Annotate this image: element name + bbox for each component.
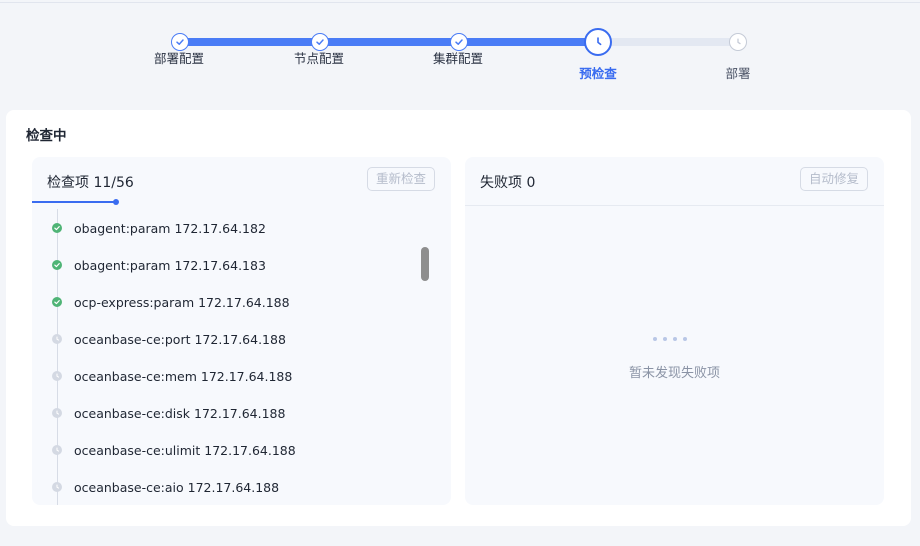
pending-clock-icon bbox=[52, 482, 62, 492]
check-item: oceanbase-ce:disk 172.17.64.188 bbox=[52, 404, 285, 422]
step-3-check-icon bbox=[450, 33, 468, 51]
check-item: obagent:param 172.17.64.183 bbox=[52, 256, 266, 274]
check-items-panel: 检查项 11/56 重新检查 obagent:param 172.17.64.1… bbox=[32, 157, 451, 505]
check-item-label: oceanbase-ce:ulimit 172.17.64.188 bbox=[74, 442, 296, 458]
stepper-track-complete bbox=[180, 38, 598, 46]
success-check-icon bbox=[52, 260, 62, 270]
auto-fix-button[interactable]: 自动修复 bbox=[799, 167, 868, 191]
step-4-clock-icon bbox=[584, 28, 612, 56]
stepper-track-remaining bbox=[598, 38, 738, 46]
step-3-label: 集群配置 bbox=[432, 51, 483, 66]
success-check-icon bbox=[52, 297, 62, 307]
progress-ink-dot bbox=[113, 199, 119, 205]
check-item-label: oceanbase-ce:aio 172.17.64.188 bbox=[74, 479, 280, 495]
progress-stepper: 部署配置 节点配置 集群配置 预检查 部署 bbox=[0, 0, 920, 100]
empty-state-text: 暂未发现失败项 bbox=[628, 366, 720, 381]
failed-items-panel: 失败项 0 自动修复 暂未发现失败项 bbox=[465, 157, 884, 505]
step-1-check-icon bbox=[171, 33, 189, 51]
check-item: oceanbase-ce:aio 172.17.64.188 bbox=[52, 478, 279, 496]
step-1-label: 部署配置 bbox=[153, 51, 204, 66]
pending-clock-icon bbox=[52, 371, 62, 381]
step-5-label: 部署 bbox=[725, 66, 751, 81]
check-item-label: ocp-express:param 172.17.64.188 bbox=[74, 294, 290, 310]
step-2-label: 节点配置 bbox=[293, 51, 344, 66]
pending-clock-icon bbox=[52, 334, 62, 344]
check-item-label: oceanbase-ce:port 172.17.64.188 bbox=[74, 331, 286, 347]
check-item-label: oceanbase-ce:mem 172.17.64.188 bbox=[74, 368, 293, 384]
failed-panel-divider bbox=[465, 205, 884, 206]
check-items-title: 检查项 11/56 bbox=[47, 175, 134, 191]
timeline-line bbox=[57, 209, 58, 505]
card-title: 检查中 bbox=[26, 128, 67, 144]
success-check-icon bbox=[52, 223, 62, 233]
scrollbar-thumb[interactable] bbox=[421, 247, 429, 281]
recheck-button[interactable]: 重新检查 bbox=[366, 167, 435, 191]
failed-items-title: 失败项 0 bbox=[480, 175, 536, 191]
pending-clock-icon bbox=[52, 445, 62, 455]
check-item: oceanbase-ce:port 172.17.64.188 bbox=[52, 330, 286, 348]
check-item-label: obagent:param 172.17.64.183 bbox=[74, 257, 266, 273]
step-5-clock-icon bbox=[729, 33, 747, 51]
progress-ink-bar bbox=[32, 201, 116, 203]
check-item: ocp-express:param 172.17.64.188 bbox=[52, 293, 290, 311]
step-2-check-icon bbox=[311, 33, 329, 51]
check-item-label: oceanbase-ce:disk 172.17.64.188 bbox=[74, 405, 286, 421]
check-item: oceanbase-ce:ulimit 172.17.64.188 bbox=[52, 441, 296, 459]
step-4-label: 预检查 bbox=[579, 66, 617, 81]
pending-clock-icon bbox=[52, 408, 62, 418]
loading-dots-icon bbox=[653, 337, 687, 341]
check-item-label: obagent:param 172.17.64.182 bbox=[74, 220, 266, 236]
check-item: obagent:param 172.17.64.182 bbox=[52, 219, 266, 237]
precheck-card: 检查中 检查项 11/56 重新检查 obagent:param 172.17.… bbox=[6, 110, 911, 526]
check-item: oceanbase-ce:mem 172.17.64.188 bbox=[52, 367, 292, 385]
